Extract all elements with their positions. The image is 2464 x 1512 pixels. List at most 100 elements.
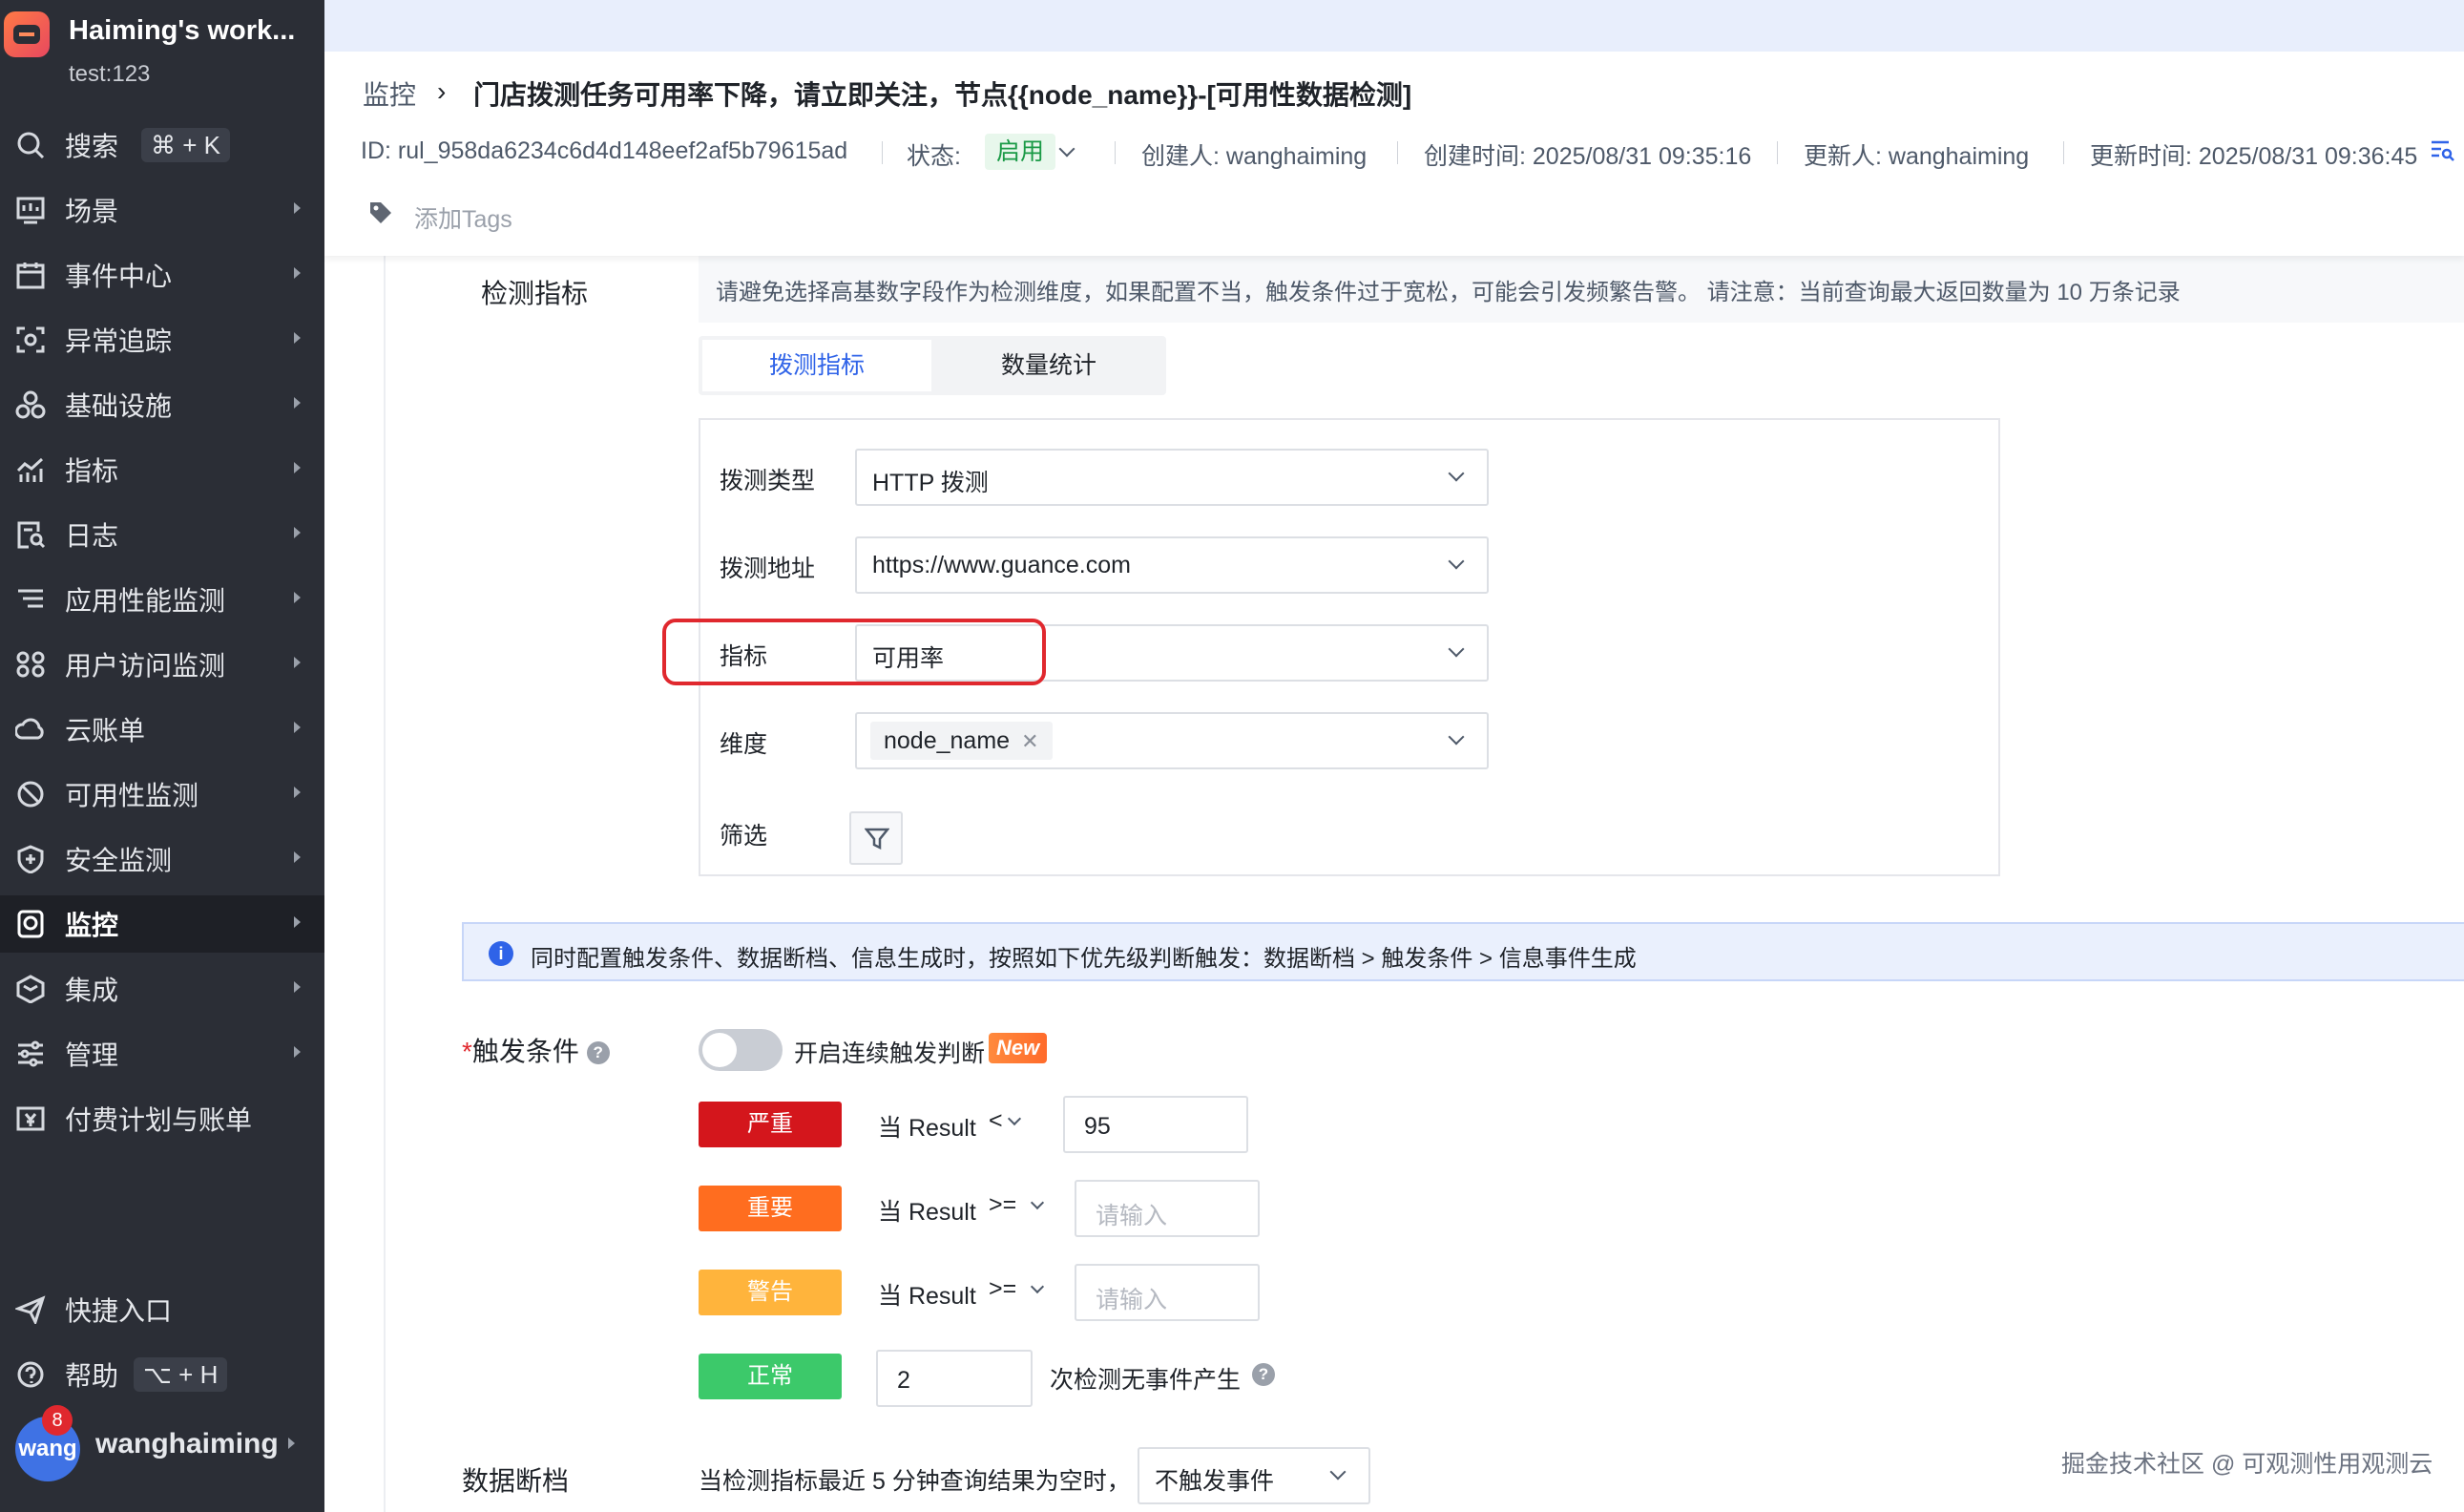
sidebar-item-billing[interactable]: 付费计划与账单 [0,1090,324,1147]
status-label: 状态: [907,143,961,170]
sidebar-item-management[interactable]: 管理 [0,1025,324,1082]
filter-label: 筛选 [720,823,768,850]
history-list-icon[interactable] [2430,137,2454,162]
divider [384,256,386,1512]
tab-count-statistics[interactable]: 数量统计 [935,340,1162,391]
chevron-down-icon[interactable] [1058,140,1075,158]
sidebar-item-infrastructure[interactable]: 基础设施 [0,376,324,433]
dimension-label: 维度 [720,731,768,758]
tab-probe-metrics[interactable]: 拨测指标 [702,340,931,391]
sidebar-item-metrics[interactable]: 指标 [0,441,324,498]
metric-tabs: 拨测指标 数量统计 [699,336,1166,395]
sidebar-item-label: 搜索 [65,132,119,161]
sidebar-item-label: 集成 [65,976,119,1005]
search-icon [15,131,46,159]
workspace-subtitle: test:123 [69,61,151,87]
page-header: 监控 › 门店拨测任务可用率下降，请立即关注，节点{{node_name}}-[… [324,52,2464,256]
condition-text: 当 Result [878,1199,976,1226]
probe-type-select[interactable]: HTTP 拨测 [855,449,1489,506]
dimension-select[interactable]: node_name ✕ [855,712,1489,769]
data-gap-select[interactable]: 不触发事件 [1138,1447,1370,1504]
sidebar-item-availability[interactable]: 可用性监测 [0,766,324,823]
probe-type-value: HTTP 拨测 [872,470,989,496]
close-icon[interactable]: ✕ [1021,729,1038,753]
help-icon[interactable]: ? [1252,1363,1275,1386]
add-tags-button[interactable]: 添加Tags [414,200,512,235]
sidebar-item-security[interactable]: 安全监测 [0,830,324,888]
chevron-down-icon[interactable] [1030,1279,1045,1294]
chevron-down-icon [1448,640,1465,658]
operator-select[interactable]: < [989,1107,1003,1135]
filter-button[interactable] [849,811,903,865]
chevron-down-icon[interactable] [1007,1111,1022,1126]
important-threshold-input[interactable]: 请输入 [1075,1180,1260,1237]
sidebar-item-apm[interactable]: 应用性能监测 [0,571,324,628]
normal-suffix-text: 次检测无事件产生 [1050,1367,1242,1394]
dashboard-icon [15,196,46,224]
availability-icon [15,780,46,808]
breadcrumb[interactable]: 监控 [363,74,416,113]
sidebar-item-scenes[interactable]: 场景 [0,181,324,239]
sidebar-item-rum[interactable]: 用户访问监测 [0,636,324,693]
sidebar-item-logs[interactable]: 日志 [0,506,324,563]
sidebar-item-label: 安全监测 [65,846,173,875]
data-gap-text: 当检测指标最近 5 分钟查询结果为空时， [699,1468,1131,1495]
filter-icon [865,828,889,850]
probe-address-select[interactable]: https://www.guance.com [855,536,1489,594]
username[interactable]: wanghaiming [95,1428,279,1460]
chevron-down-icon[interactable] [1030,1195,1045,1210]
workspace-title[interactable]: Haiming's work... [69,15,295,47]
top-bar [324,0,2464,52]
sidebar-item-shortcuts[interactable]: 快捷入口 [0,1281,324,1338]
chevron-right-icon [294,397,301,409]
sidebar-item-monitor[interactable]: 监控 [0,895,324,953]
updater: 更新人: wanghaiming [1804,143,2030,170]
main-content: 检测指标 请避免选择高基数字段作为检测维度，如果配置不当，触发条件过于宽松，可能… [324,256,2464,1512]
sidebar-item-cloud-bill[interactable]: 云账单 [0,701,324,758]
priority-info-text: 同时配置触发条件、数据断档、信息生成时，按照如下优先级判断触发：数据断档 > 触… [531,946,1637,972]
workspace-logo-icon[interactable] [4,11,50,57]
level-normal: 正常 [699,1354,842,1399]
sidebar-item-search[interactable]: 搜索 ⌘ + K [0,116,324,174]
log-icon [15,520,46,549]
sidebar-item-label: 日志 [65,521,119,551]
help-icon [15,1360,46,1389]
chevron-right-icon [294,722,301,733]
continuous-trigger-toggle[interactable] [699,1029,783,1071]
updated-at: 更新时间: 2025/08/31 09:36:45 [2090,143,2418,170]
sidebar-item-events[interactable]: 事件中心 [0,246,324,304]
chevron-right-icon [294,1046,301,1058]
sidebar-item-help[interactable]: 帮助 ⌥ + H [0,1346,324,1403]
chevron-down-icon [1448,728,1465,746]
divider [882,141,883,164]
infrastructure-icon [15,390,46,419]
warning-threshold-input[interactable]: 请输入 [1075,1264,1260,1321]
search-shortcut: ⌘ + K [141,128,230,162]
probe-address-value: https://www.guance.com [872,552,1131,578]
normal-count-input[interactable]: 2 [876,1350,1033,1407]
data-gap-value: 不触发事件 [1155,1468,1275,1495]
probe-type-label: 拨测类型 [720,468,816,494]
required-mark: * [462,1037,472,1066]
sidebar-item-exceptions[interactable]: 异常追踪 [0,311,324,368]
sidebar-item-label: 基础设施 [65,391,173,421]
divider [1777,141,1778,164]
chevron-right-icon [294,462,301,473]
sidebar-item-integration[interactable]: 集成 [0,960,324,1018]
created-at: 创建时间: 2025/08/31 09:35:16 [1424,143,1752,170]
watermark: 掘金技术社区 @ 可观测性用观测云 [2061,1451,2433,1478]
help-icon[interactable]: ? [586,1041,610,1064]
sidebar-item-label: 指标 [65,456,119,486]
sidebar-item-label: 监控 [65,911,119,940]
chevron-right-icon [294,592,301,603]
chevron-right-icon [294,787,301,798]
chevron-down-icon [1448,465,1465,482]
help-shortcut: ⌥ + H [134,1357,228,1392]
info-icon: i [489,941,513,966]
sidebar-item-label: 云账单 [65,716,146,746]
detection-hint: 请避免选择高基数字段作为检测维度，如果配置不当，触发条件过于宽松，可能会引发频繁… [699,256,2464,323]
critical-threshold-input[interactable]: 95 [1063,1096,1248,1153]
status-badge[interactable]: 启用 [985,134,1056,170]
operator-select[interactable]: >= [989,1275,1016,1303]
operator-select[interactable]: >= [989,1191,1016,1219]
